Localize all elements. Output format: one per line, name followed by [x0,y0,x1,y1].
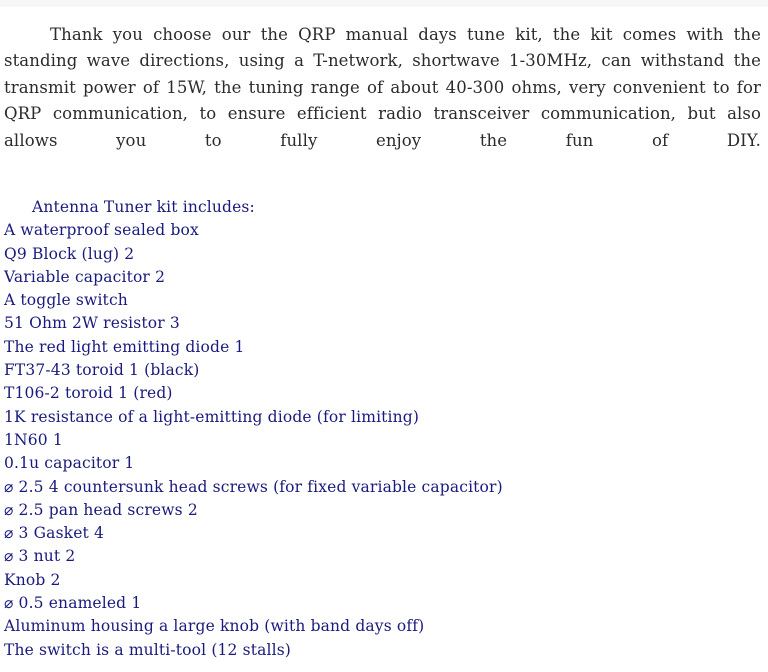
list-item: The switch is a multi-tool (12 stalls) [4,640,292,659]
list-item: ⌀ 3 nut 2 [4,547,76,566]
list-item: 1N60 1 [4,430,63,449]
list-item: ⌀ 3 Gasket 4 [4,524,105,543]
list-item: T106-2 toroid 1 (red) [4,384,173,403]
list-item: Variable capacitor 2 [4,267,166,286]
kit-contents-block: Antenna Tuner kit includes: A waterproof… [0,196,768,662]
list-item: ⌀ 0.5 enameled 1 [4,594,142,613]
list-item: FT37-43 toroid 1 (black) [4,361,200,380]
list-item: Q9 Block (lug) 2 [4,244,135,263]
list-item: The red light emitting diode 1 [4,337,245,356]
list-item: Aluminum housing a large knob (with band… [4,617,425,636]
intro-paragraph: Thank you choose our the QRP manual days… [4,24,761,150]
kit-includes-heading: Antenna Tuner kit includes: [32,198,255,216]
list-item: 1K resistance of a light-emitting diode … [4,407,420,426]
list-item: Knob 2 [4,570,61,589]
list-item: A toggle switch [4,291,128,310]
list-item: A waterproof sealed box [4,221,199,240]
kit-items-list: A waterproof sealed box Q9 Block (lug) 2… [0,219,768,662]
top-edge-band [0,0,768,7]
list-item: 0.1u capacitor 1 [4,454,135,473]
list-item: 51 Ohm 2W resistor 3 [4,314,180,333]
product-description-page: Thank you choose our the QRP manual days… [0,0,768,672]
list-item: ⌀ 2.5 pan head screws 2 [4,500,198,519]
list-item: ⌀ 2.5 4 countersunk head screws (for fix… [4,477,503,496]
